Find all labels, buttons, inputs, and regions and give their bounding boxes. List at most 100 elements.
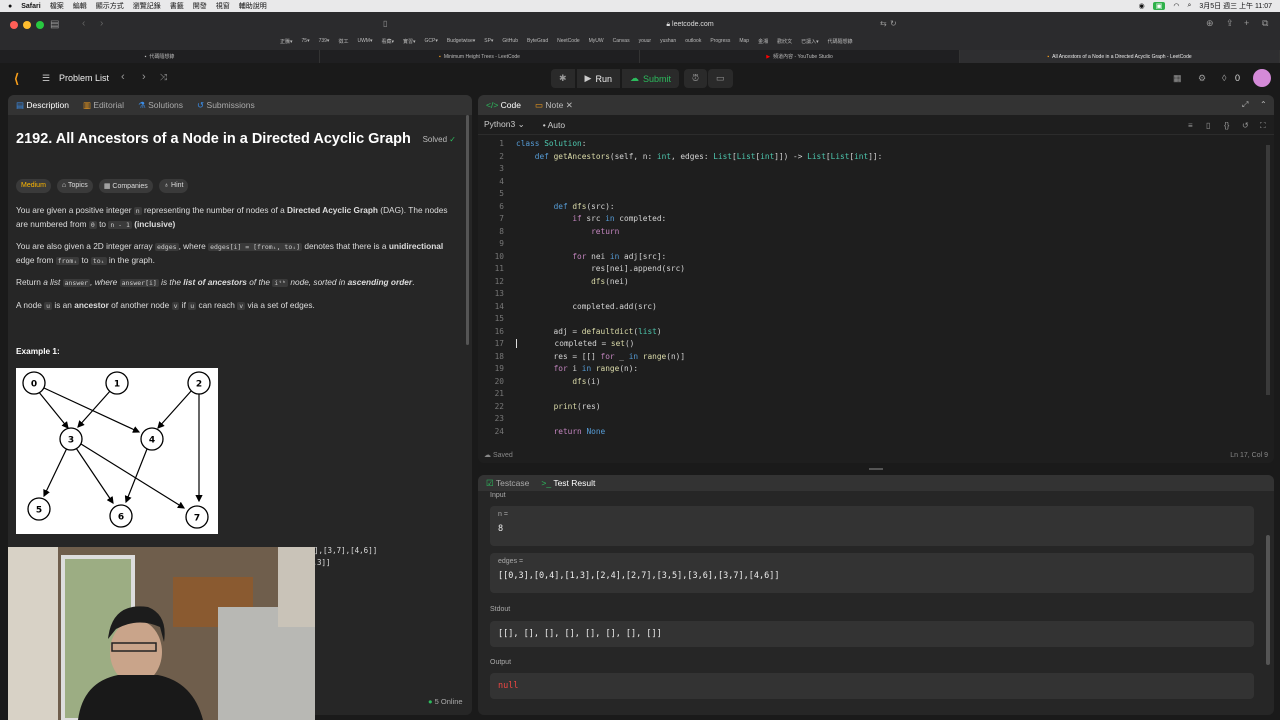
code-line[interactable]: def getAncestors(self, n: int, edges: Li… bbox=[516, 152, 883, 161]
code-line[interactable]: completed.add(src) bbox=[516, 302, 657, 311]
menu-edit[interactable]: 編輯 bbox=[73, 1, 87, 11]
bookmark-item[interactable]: 75▾ bbox=[302, 38, 310, 45]
debug-button[interactable]: ✱ bbox=[551, 69, 575, 88]
record-icon[interactable]: ◉ bbox=[1139, 2, 1145, 10]
problem-list-link[interactable]: Problem List bbox=[59, 73, 109, 83]
tab-description[interactable]: ▤ Description bbox=[16, 100, 69, 111]
layout-icon[interactable]: ▦ bbox=[1173, 73, 1182, 84]
prev-problem-icon[interactable]: ‹ bbox=[121, 71, 125, 83]
menu-window[interactable]: 視窗 bbox=[216, 1, 230, 11]
code-line[interactable]: class Solution: bbox=[516, 139, 586, 148]
tab-code[interactable]: </> Code bbox=[486, 100, 521, 110]
bookmark-item[interactable]: Budgetwise▾ bbox=[447, 38, 475, 45]
bookmark-item[interactable]: 歡欣文 bbox=[777, 38, 792, 45]
code-line[interactable]: return bbox=[516, 227, 619, 236]
app-name[interactable]: Safari bbox=[21, 3, 40, 10]
run-button[interactable]: ▶ Run bbox=[576, 69, 620, 88]
zoom-window-icon[interactable] bbox=[36, 21, 44, 29]
bookmark-item[interactable]: 金湘 bbox=[758, 38, 768, 45]
clock[interactable]: 3月5日 週三 上午 11:07 bbox=[1199, 1, 1272, 11]
code-line[interactable]: dfs(i) bbox=[516, 377, 600, 386]
settings-gear-icon[interactable]: ⚙ bbox=[1198, 73, 1206, 84]
hint-chip[interactable]: ♁ Hint bbox=[158, 179, 189, 193]
close-icon[interactable]: ✕ bbox=[566, 100, 573, 110]
autocomplete-mode[interactable]: • Auto bbox=[543, 120, 565, 130]
fullscreen-icon[interactable]: ⛶ bbox=[1260, 121, 1266, 131]
companies-chip[interactable]: ▦ Companies bbox=[98, 179, 153, 193]
notes-button[interactable]: ▭ bbox=[708, 69, 733, 88]
problem-title[interactable]: 2192. All Ancestors of a Node in a Direc… bbox=[16, 131, 411, 147]
editor-scrollbar[interactable] bbox=[1266, 145, 1270, 395]
back-icon[interactable]: ‹ bbox=[82, 18, 85, 29]
code-line[interactable]: def dfs(src): bbox=[516, 202, 615, 211]
reload-icon[interactable]: ↻ bbox=[890, 19, 897, 28]
code-line[interactable]: print(res) bbox=[516, 402, 601, 411]
description-scrollbar[interactable] bbox=[466, 115, 469, 345]
bookmark-icon[interactable]: ▯ bbox=[1206, 121, 1210, 130]
downloads-icon[interactable]: ⊕ bbox=[1206, 18, 1214, 29]
sidebar-toggle-icon[interactable]: ▤ bbox=[50, 19, 59, 30]
tab-solutions[interactable]: ⚗ Solutions bbox=[138, 100, 183, 111]
language-select[interactable]: Python3 ⌄ bbox=[484, 119, 525, 130]
close-window-icon[interactable] bbox=[10, 21, 18, 29]
code-line[interactable]: dfs(nei) bbox=[516, 277, 629, 286]
bookmark-item[interactable]: GCP▾ bbox=[425, 38, 438, 45]
forward-icon[interactable]: › bbox=[100, 18, 103, 29]
bookmark-item[interactable]: 已讓入▾ bbox=[801, 38, 819, 45]
facetime-icon[interactable]: ▣ bbox=[1152, 2, 1166, 10]
list-icon[interactable]: ☰ bbox=[42, 73, 50, 84]
bookmark-item[interactable]: yushan bbox=[660, 38, 676, 45]
search-icon[interactable]: ⌕ bbox=[1187, 2, 1191, 10]
vertical-splitter[interactable] bbox=[472, 95, 478, 715]
translate-icon[interactable]: ⇆ bbox=[880, 19, 887, 28]
bookmark-item[interactable]: 實習▾ bbox=[403, 38, 416, 45]
menu-file[interactable]: 檔案 bbox=[50, 1, 64, 11]
tab-test-result[interactable]: >_ Test Result bbox=[541, 478, 595, 488]
bookmark-item[interactable]: ByteGrad bbox=[527, 38, 548, 45]
maximize-icon[interactable]: ⤢ bbox=[1242, 100, 1248, 110]
bookmark-item[interactable]: 看藏▾ bbox=[381, 38, 394, 45]
next-problem-icon[interactable]: › bbox=[142, 71, 146, 83]
code-line[interactable]: res = [[] for _ in range(n)] bbox=[516, 352, 686, 361]
streak-flame-icon[interactable]: ◊ bbox=[1222, 73, 1226, 83]
menu-develop[interactable]: 開發 bbox=[193, 1, 207, 11]
leetcode-logo-icon[interactable]: ⟨ bbox=[14, 71, 19, 87]
minimize-window-icon[interactable] bbox=[23, 21, 31, 29]
horizontal-splitter[interactable] bbox=[478, 465, 1274, 473]
bookmark-item[interactable]: youur bbox=[639, 38, 652, 45]
code-line[interactable]: return None bbox=[516, 427, 606, 436]
browser-tab-active[interactable]: ▪ All Ancestors of a Node in a Directed A… bbox=[960, 50, 1280, 63]
submit-button[interactable]: ☁ Submit bbox=[621, 69, 679, 88]
shield-icon[interactable]: ▯ bbox=[383, 19, 387, 28]
menu-view[interactable]: 顯示方式 bbox=[96, 1, 124, 11]
shuffle-icon[interactable]: ⤨ bbox=[160, 72, 167, 83]
new-tab-icon[interactable]: + bbox=[1244, 18, 1249, 28]
address-bar[interactable]: 🔒︎ leetcode.com bbox=[470, 19, 910, 31]
bookmark-item[interactable]: UWM▾ bbox=[357, 38, 372, 45]
tab-overview-icon[interactable]: ⧉ bbox=[1262, 18, 1268, 29]
bookmark-item[interactable]: Map bbox=[739, 38, 749, 45]
browser-tab[interactable]: ▪ Minimum Height Trees - LeetCode bbox=[320, 50, 640, 63]
avatar[interactable] bbox=[1253, 69, 1271, 87]
topics-chip[interactable]: ⌂ Topics bbox=[56, 179, 93, 193]
bookmark-item[interactable]: 徵工 bbox=[338, 38, 348, 45]
timer-button[interactable]: ⏰︎ bbox=[684, 69, 708, 88]
menu-bookmarks[interactable]: 書籤 bbox=[170, 1, 184, 11]
code-line[interactable]: for i in range(n): bbox=[516, 364, 639, 373]
code-line[interactable]: completed = set() bbox=[516, 339, 634, 348]
collapse-icon[interactable]: ⌃ bbox=[1260, 100, 1267, 109]
bookmark-item[interactable]: Canvas bbox=[613, 38, 630, 45]
code-line[interactable]: for nei in adj[src]: bbox=[516, 252, 666, 261]
bookmark-item[interactable]: 739▾ bbox=[319, 38, 330, 45]
bookmark-item[interactable]: SP▾ bbox=[484, 38, 493, 45]
bookmark-item[interactable]: NeetCode bbox=[557, 38, 580, 45]
tab-note[interactable]: ▭ Note ✕ bbox=[535, 100, 573, 111]
browser-tab[interactable]: ▶ 頻道內容 - YouTube Studio bbox=[640, 50, 960, 63]
menu-help[interactable]: 輔助說明 bbox=[239, 1, 267, 11]
bookmark-item[interactable]: Progress bbox=[710, 38, 730, 45]
bookmark-item[interactable]: GitHub bbox=[502, 38, 518, 45]
code-line[interactable]: if src in completed: bbox=[516, 214, 666, 223]
tab-submissions[interactable]: ↺ Submissions bbox=[197, 100, 255, 111]
browser-tab[interactable]: ▪ 代碼隨想錄 bbox=[0, 50, 320, 63]
format-icon[interactable]: ≡ bbox=[1188, 121, 1193, 130]
